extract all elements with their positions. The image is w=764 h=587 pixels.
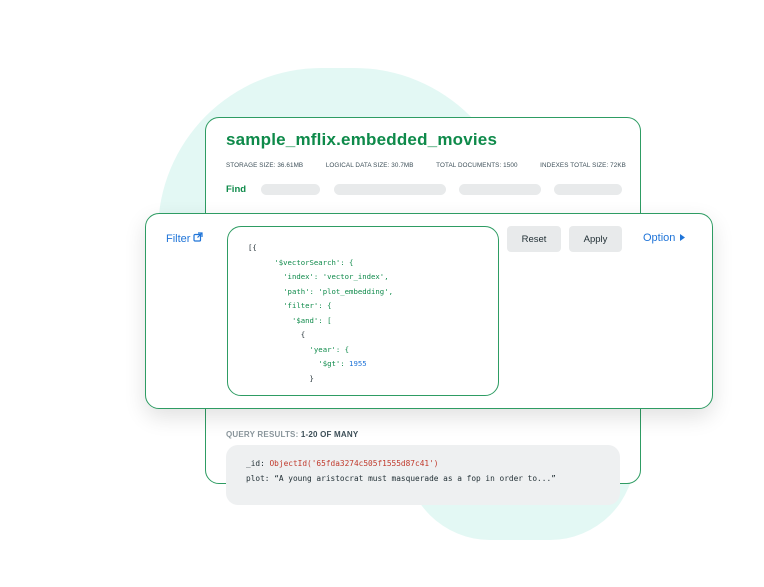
query-results-label: QUERY RESULTS: 1-20 OF MANY <box>226 430 359 439</box>
option-label: Option <box>643 232 676 244</box>
query-code: [{ '$vectorSearch': { 'index': 'vector_i… <box>248 243 393 383</box>
caret-right-icon <box>680 232 686 244</box>
total-documents: TOTAL DOCUMENTS: 1500 <box>436 162 518 169</box>
reset-button[interactable]: Reset <box>507 226 561 252</box>
filter-link[interactable]: Filter <box>166 232 204 245</box>
tab-placeholder <box>334 184 446 195</box>
option-link[interactable]: Option <box>643 232 686 244</box>
tab-placeholder <box>261 184 320 195</box>
result-document[interactable]: _id: ObjectId('65fda3274c505f1555d87c41'… <box>226 445 620 505</box>
tab-placeholder <box>554 184 622 195</box>
collection-stats: STORAGE SIZE: 36.61MB LOGICAL DATA SIZE:… <box>226 162 626 169</box>
apply-button[interactable]: Apply <box>569 226 622 252</box>
filter-label: Filter <box>166 232 191 245</box>
external-link-icon <box>193 232 204 245</box>
indexes-total-size: INDEXES TOTAL SIZE: 72KB <box>540 162 626 169</box>
doc-id-line: _id: ObjectId('65fda3274c505f1555d87c41'… <box>246 459 439 468</box>
filter-panel: Filter [{ '$vectorSearch': { 'index': 'v… <box>145 213 713 409</box>
storage-size: STORAGE SIZE: 36.61MB <box>226 162 304 169</box>
tab-find[interactable]: Find <box>226 184 246 195</box>
query-editor[interactable]: [{ '$vectorSearch': { 'index': 'vector_i… <box>227 226 499 396</box>
tab-placeholder <box>459 184 541 195</box>
logical-data-size: LOGICAL DATA SIZE: 30.7MB <box>325 162 414 169</box>
collection-title: sample_mflix.embedded_movies <box>226 130 498 149</box>
doc-plot-line: plot: “A young aristocrat must masquerad… <box>246 474 556 483</box>
